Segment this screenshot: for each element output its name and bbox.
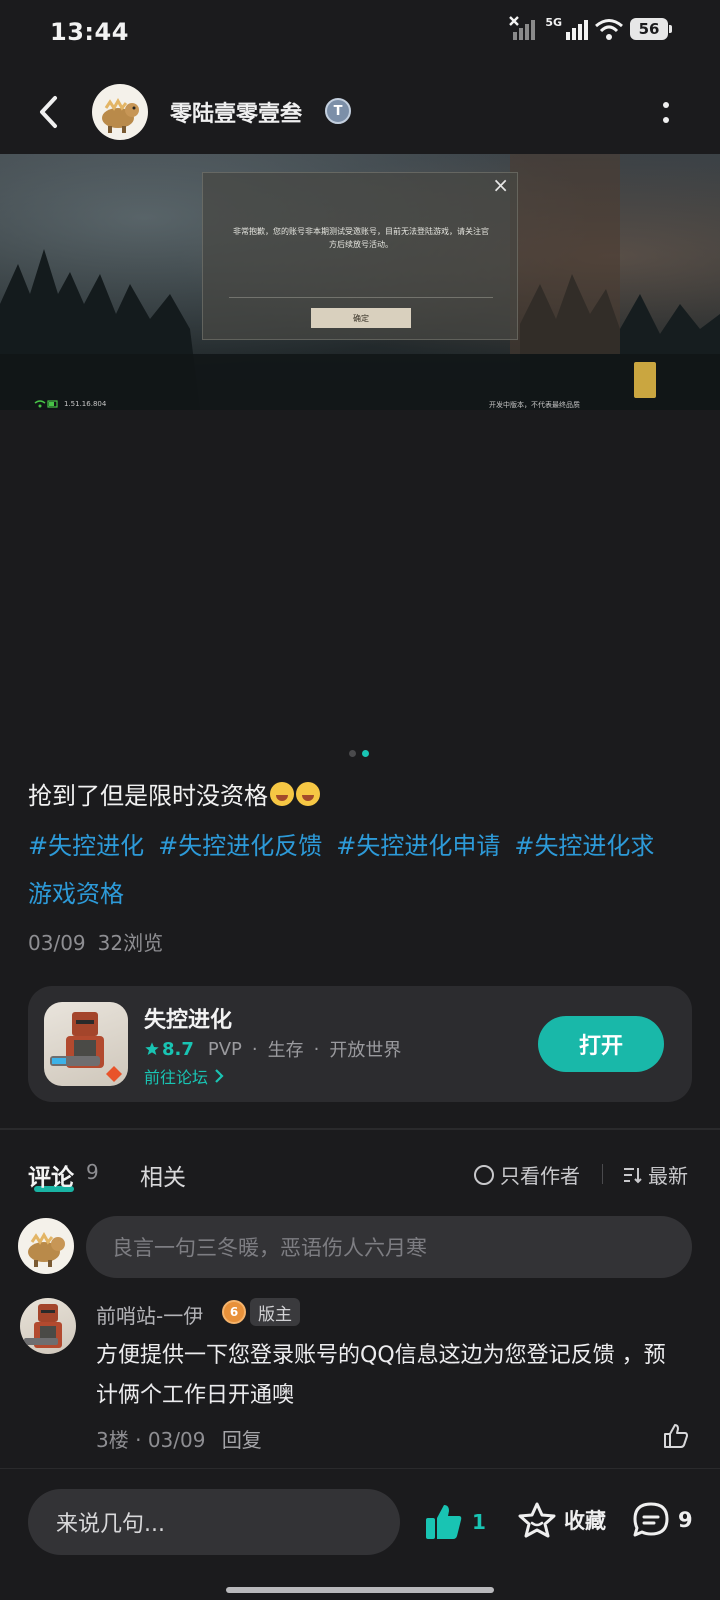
hashtag-link[interactable]: #失控进化反馈 — [158, 832, 322, 860]
game-score: 8.7 — [162, 1038, 194, 1060]
comment-floor: 3楼 — [96, 1428, 129, 1452]
my-avatar — [18, 1218, 74, 1274]
post-image[interactable]: × 非常抱歉，您的账号非本期测试受邀账号，目前无法登陆游戏，请关注官方后续放号活… — [0, 154, 720, 410]
commenter-name[interactable]: 前哨站-一伊 — [96, 1300, 203, 1329]
dialog-divider — [229, 297, 493, 298]
back-button[interactable] — [28, 90, 68, 134]
open-game-button[interactable]: 打开 — [538, 1016, 664, 1072]
game-footer-note: 开发中版本，不代表最终品质 — [489, 401, 580, 409]
game-tag: PVP — [207, 1038, 242, 1060]
network-label: 5G — [545, 16, 562, 29]
wifi-icon — [595, 19, 623, 40]
status-time: 13:44 — [50, 18, 129, 46]
battery-tip — [669, 25, 672, 33]
more-menu-button[interactable] — [656, 96, 676, 128]
signal-icon — [566, 20, 588, 40]
star-outline-icon — [518, 1502, 556, 1538]
commenter-level-badge: 6 — [222, 1300, 246, 1324]
tag-separator: · — [313, 1038, 320, 1060]
game-version: 1.51.16.804 — [64, 400, 107, 408]
back-arrow-icon — [40, 96, 57, 128]
reply-button[interactable]: 回复 — [222, 1428, 262, 1452]
comments-count: 9 — [86, 1160, 99, 1184]
dot-icon — [663, 101, 669, 108]
pager-dot — [349, 750, 356, 757]
soldier-icon — [50, 1012, 122, 1082]
commenter-avatar[interactable] — [20, 1298, 76, 1354]
comment-like-button[interactable] — [662, 1422, 690, 1450]
moderator-badge: 版主 — [250, 1298, 300, 1326]
bottom-bar: 来说几句... 1 收藏 9 — [0, 1468, 720, 1600]
comment-meta: 3楼 · 03/09 回复 — [96, 1424, 262, 1453]
top-bar: 零陆壹零壹叁 T — [0, 76, 720, 148]
chat-bubble-icon — [633, 1502, 669, 1537]
like-count: 1 — [472, 1510, 486, 1534]
signal-off-icon — [509, 16, 536, 40]
favorite-button[interactable]: 收藏 — [518, 1501, 606, 1539]
crying-emoji-icon — [270, 781, 294, 806]
hashtag-link[interactable]: #失控进化 — [28, 832, 144, 860]
soldier-icon — [24, 1304, 62, 1348]
author-level-badge: T — [325, 98, 351, 124]
side-badge-icon — [634, 362, 656, 398]
tag-separator: · — [251, 1038, 258, 1060]
game-tag: 开放世界 — [329, 1040, 402, 1061]
crying-emoji-icon — [296, 781, 320, 806]
thumbs-up-icon — [426, 1505, 462, 1539]
thumbs-up-outline-icon — [664, 1424, 688, 1448]
post-views: 32浏览 — [97, 931, 164, 955]
post-text: 抢到了但是限时没资格 — [28, 776, 320, 811]
dialog-confirm-button: 确定 — [311, 308, 411, 328]
author-only-label: 只看作者 — [500, 1164, 580, 1188]
comments-count-bottom: 9 — [678, 1508, 693, 1532]
close-icon: × — [492, 173, 509, 197]
comment-date: 03/09 — [147, 1428, 206, 1452]
star-icon — [145, 1042, 159, 1055]
game-card[interactable]: 失控进化 8.7 PVP · 生存 · 开放世界 前往论坛 打开 — [28, 986, 692, 1102]
comment-body: 方便提供一下您登录账号的QQ信息这边为您登记反馈 ，预计俩个工作日开通噢 — [96, 1343, 666, 1408]
game-tag: 生存 — [267, 1040, 304, 1061]
author-name[interactable]: 零陆壹零壹叁 — [170, 96, 302, 128]
meta-separator: · — [135, 1428, 148, 1452]
pager-dot-active — [362, 750, 369, 757]
comments-button[interactable]: 9 — [632, 1501, 693, 1539]
game-icon — [44, 1002, 128, 1086]
author-only-toggle[interactable]: 只看作者 — [474, 1160, 580, 1189]
tab-related[interactable]: 相关 — [140, 1158, 186, 1192]
chevron-right-icon — [215, 1069, 224, 1083]
forum-link[interactable]: 前往论坛 — [144, 1064, 224, 1088]
battery-indicator: 56 — [630, 18, 668, 40]
sort-icon — [624, 1167, 642, 1183]
author-avatar[interactable] — [92, 84, 148, 140]
game-title[interactable]: 失控进化 — [144, 1002, 232, 1034]
hashtag-link[interactable]: #失控进化申请 — [336, 832, 500, 860]
dialog-message: 非常抱歉，您的账号非本期测试受邀账号，目前无法登陆游戏，请关注官方后续放号活动。 — [233, 227, 489, 249]
wifi-small-icon — [34, 400, 58, 408]
favorite-label: 收藏 — [564, 1509, 606, 1533]
tab-comments[interactable]: 评论 — [28, 1158, 74, 1192]
game-rating-row: 8.7 PVP · 生存 · 开放世界 — [144, 1036, 401, 1062]
comment-input[interactable]: 良言一句三冬暖，恶语伤人六月寒 — [86, 1216, 692, 1278]
game-error-dialog: × 非常抱歉，您的账号非本期测试受邀账号，目前无法登陆游戏，请关注官方后续放号活… — [202, 172, 518, 340]
post-body: 抢到了但是限时没资格 — [28, 782, 268, 810]
sort-label: 最新 — [648, 1164, 688, 1188]
comment-tabs: 评论 9 相关 只看作者 最新 — [0, 1150, 720, 1200]
sort-button[interactable]: 最新 — [622, 1160, 688, 1189]
image-pager — [349, 750, 369, 757]
hashtag-list: #失控进化 #失控进化反馈 #失控进化申请 #失控进化求游戏资格 — [28, 822, 678, 918]
dot-icon — [663, 116, 669, 123]
like-button[interactable]: 1 — [424, 1503, 486, 1541]
filter-separator — [602, 1164, 603, 1184]
status-bar: 13:44 5G 56 — [0, 0, 720, 66]
post-date: 03/09 — [28, 931, 86, 955]
forum-link-label: 前往论坛 — [144, 1068, 209, 1087]
post-meta: 03/09 32浏览 — [28, 927, 163, 956]
dino-avatar-icon — [102, 97, 139, 133]
status-icons: 5G 56 — [509, 16, 672, 42]
section-divider — [0, 1128, 720, 1130]
home-indicator[interactable] — [226, 1587, 494, 1593]
bottom-comment-input[interactable]: 来说几句... — [28, 1489, 400, 1555]
radio-circle-icon — [474, 1164, 494, 1185]
dino-avatar-icon — [28, 1231, 65, 1267]
